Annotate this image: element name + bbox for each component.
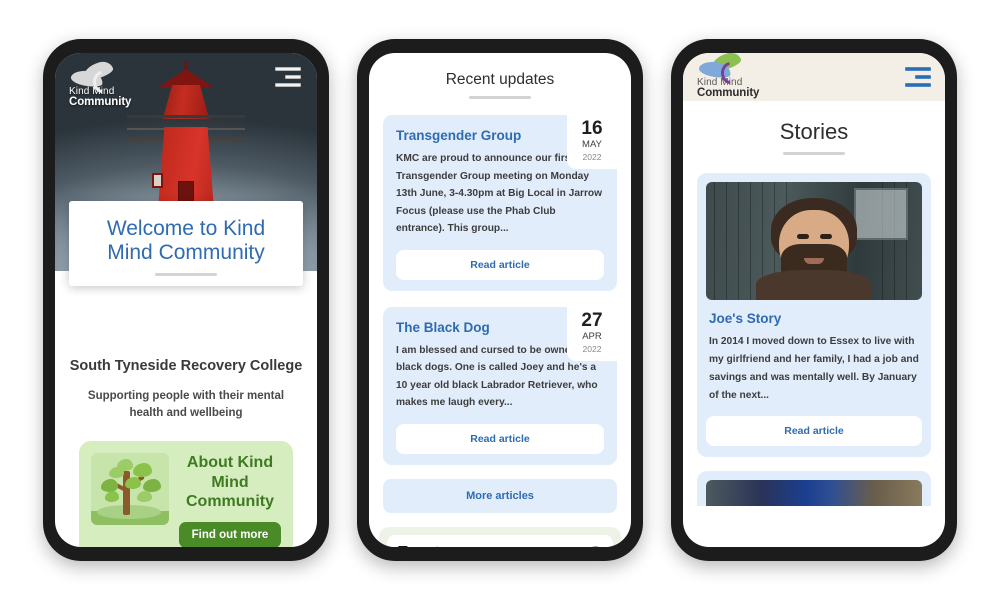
- college-name: South Tyneside Recovery College: [69, 358, 303, 374]
- logo-mark-icon: [698, 53, 745, 85]
- update-card: 27 APR 2022 The Black Dog I am blessed a…: [383, 306, 617, 465]
- phone-mockup-stories: Kind Mind Community Stories Joe's Story …: [671, 39, 957, 561]
- phone-mockup-home: Kind Mind Community Welcome to Kind Mind…: [43, 39, 329, 561]
- story-excerpt: In 2014 I moved down to Essex to live wi…: [709, 336, 919, 401]
- story-card: [697, 471, 931, 507]
- read-article-button[interactable]: Read article: [396, 249, 604, 280]
- phone2-screen: Recent updates 16 MAY 2022 Transgender G…: [369, 53, 631, 547]
- promo-card-about[interactable]: About Kind Mind Community Find out more: [79, 441, 293, 547]
- twitter-widget: Tweets by @communitykind1 i: [379, 526, 621, 547]
- story-title[interactable]: Joe's Story: [709, 311, 919, 326]
- lighthouse-window: [152, 173, 163, 188]
- page-title: Recent updates: [445, 71, 555, 88]
- divider: [783, 152, 845, 155]
- phone3-header: Kind Mind Community: [683, 53, 945, 101]
- divider: [469, 96, 531, 99]
- tree-illustration-icon: [91, 453, 169, 526]
- story-image: [706, 182, 922, 300]
- welcome-card: Welcome to Kind Mind Community: [69, 201, 303, 286]
- divider: [155, 272, 217, 276]
- more-articles-button[interactable]: More articles: [383, 478, 617, 513]
- welcome-title: Welcome to Kind Mind Community: [106, 217, 266, 265]
- phone2-body: Recent updates 16 MAY 2022 Transgender G…: [369, 53, 631, 547]
- phone1-body: South Tyneside Recovery College Supporti…: [55, 271, 317, 547]
- story-card: Joe's Story In 2014 I moved down to Esse…: [697, 173, 931, 458]
- tweets-label: Tweets: [398, 544, 447, 547]
- date-year: 2022: [582, 343, 602, 354]
- date-day: 16: [581, 118, 603, 139]
- read-article-button[interactable]: Read article: [706, 416, 922, 447]
- read-article-button[interactable]: Read article: [396, 423, 604, 454]
- hamburger-icon[interactable]: [905, 67, 931, 87]
- date-month: MAY: [582, 139, 602, 150]
- twitter-widget-header: Tweets by @communitykind1 i: [387, 534, 613, 547]
- phone1-header: [55, 53, 317, 101]
- tagline: Supporting people with their mental heal…: [87, 389, 285, 420]
- story-image: [706, 480, 922, 507]
- hamburger-icon[interactable]: [275, 67, 301, 87]
- date-badge: 27 APR 2022: [567, 306, 617, 361]
- update-card: 16 MAY 2022 Transgender Group KMC are pr…: [383, 115, 617, 291]
- info-icon[interactable]: i: [589, 546, 602, 547]
- logo-line-2: Community: [697, 87, 760, 100]
- screenshot-stage: Kind Mind Community Welcome to Kind Mind…: [0, 0, 1000, 600]
- promo-title: About Kind Mind Community: [186, 454, 274, 511]
- phone3-screen: Kind Mind Community Stories Joe's Story …: [683, 53, 945, 547]
- date-year: 2022: [582, 151, 602, 162]
- date-badge: 16 MAY 2022: [567, 115, 617, 169]
- date-day: 27: [581, 309, 603, 331]
- site-logo[interactable]: Kind Mind Community: [697, 53, 760, 100]
- date-month: APR: [582, 330, 602, 342]
- page-title: Stories: [779, 119, 849, 144]
- phone1-screen: Kind Mind Community Welcome to Kind Mind…: [55, 53, 317, 547]
- find-out-more-button[interactable]: Find out more: [179, 521, 281, 547]
- phone-mockup-updates: Recent updates 16 MAY 2022 Transgender G…: [357, 39, 643, 561]
